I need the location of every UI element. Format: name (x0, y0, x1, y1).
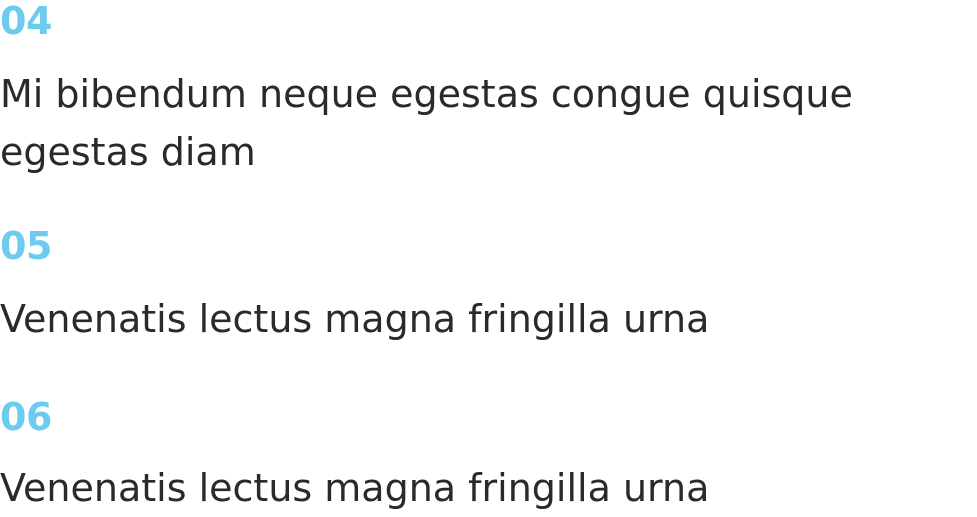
list-item: 05 Venenatis lectus magna fringilla urna (0, 225, 977, 348)
item-number: 06 (0, 395, 52, 439)
list-item: 04 Mi bibendum neque egestas congue quis… (0, 0, 977, 181)
item-number: 05 (0, 224, 52, 268)
item-number: 04 (0, 0, 52, 43)
item-text: Venenatis lectus magna fringilla urna (0, 466, 710, 510)
list-item: 06 Venenatis lectus magna fringilla urna (0, 396, 977, 517)
item-text: Mi bibendum neque egestas congue quisque… (0, 72, 853, 174)
item-text: Venenatis lectus magna fringilla urna (0, 297, 710, 341)
